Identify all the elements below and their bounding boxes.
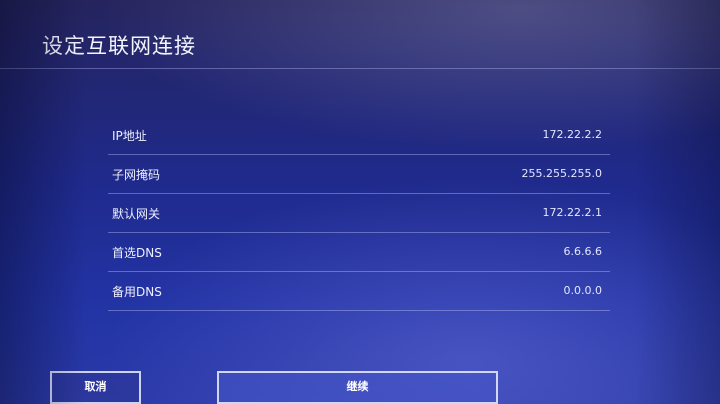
- setting-label: 首选DNS: [112, 246, 162, 260]
- setting-row-ip-address[interactable]: IP地址 172.22.2.2: [108, 116, 610, 155]
- network-settings-screen: 设定互联网连接 IP地址 172.22.2.2 子网掩码 255.255.255…: [0, 0, 720, 404]
- setting-row-default-gateway[interactable]: 默认网关 172.22.2.1: [108, 194, 610, 233]
- cancel-button[interactable]: 取消: [50, 371, 141, 404]
- setting-label: 默认网关: [112, 207, 161, 221]
- setting-value: 6.6.6.6: [563, 245, 602, 258]
- setting-label: 子网掩码: [112, 168, 161, 182]
- settings-list: IP地址 172.22.2.2 子网掩码 255.255.255.0 默认网关 …: [108, 116, 610, 311]
- setting-value: 0.0.0.0: [563, 284, 602, 297]
- page-title: 设定互联网连接: [42, 34, 196, 58]
- title-divider: [0, 68, 720, 69]
- setting-label: IP地址: [112, 129, 147, 143]
- setting-row-primary-dns[interactable]: 首选DNS 6.6.6.6: [108, 233, 610, 272]
- setting-value: 172.22.2.1: [542, 206, 602, 219]
- setting-label: 备用DNS: [112, 285, 162, 299]
- setting-value: 255.255.255.0: [521, 167, 602, 180]
- continue-button[interactable]: 继续: [217, 371, 498, 404]
- setting-row-subnet-mask[interactable]: 子网掩码 255.255.255.0: [108, 155, 610, 194]
- setting-row-secondary-dns[interactable]: 备用DNS 0.0.0.0: [108, 272, 610, 311]
- setting-value: 172.22.2.2: [542, 128, 602, 141]
